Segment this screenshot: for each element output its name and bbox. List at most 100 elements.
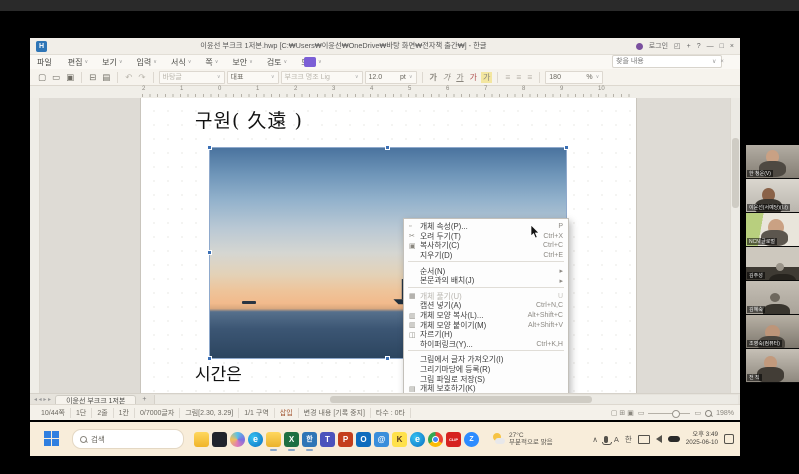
ime-latin-indicator[interactable]: A (614, 435, 619, 444)
representative-select[interactable]: 대표∨ (227, 71, 279, 84)
display-icon[interactable] (638, 435, 650, 444)
ai-assistant-badge[interactable] (304, 57, 316, 67)
menu-item[interactable]: 파일 (30, 57, 61, 68)
resize-handle[interactable] (564, 145, 569, 150)
document-heading[interactable]: 구원( 久遠 ) (195, 106, 303, 133)
notification-icon[interactable] (724, 434, 734, 444)
font-size-stepper[interactable]: 12.0pt∨ (365, 71, 417, 84)
login-button[interactable]: 로그인 (649, 41, 668, 51)
weather-widget[interactable]: 27°C부분적으로 맑음 (493, 432, 553, 447)
help-icon[interactable]: ? (697, 43, 701, 50)
new-document-icon[interactable]: ▢ (36, 72, 48, 83)
taskbar-app-icon[interactable]: T (320, 432, 335, 447)
page-width-icon[interactable]: ▭ (694, 409, 701, 417)
font-select[interactable]: 부크크 명조 Lig∨ (281, 71, 363, 84)
context-menu-item[interactable]: 지우기(D) Ctrl+E (404, 251, 568, 261)
save-icon[interactable]: ▣ (64, 72, 76, 83)
participant-video-tile[interactable]: 한 청운(V) (746, 145, 799, 179)
microphone-icon[interactable] (604, 436, 608, 443)
menu-item[interactable]: 편집∨ (61, 57, 95, 68)
taskbar-app-icon[interactable]: CLIP (446, 432, 461, 447)
taskbar-app-icon[interactable] (212, 432, 227, 447)
restore-button[interactable]: □ (720, 43, 724, 50)
align-right-icon[interactable]: ≡ (525, 72, 534, 82)
preview-icon[interactable]: ▤ (100, 72, 112, 83)
bold-button[interactable]: 가 (428, 72, 439, 83)
magnifier-icon[interactable] (705, 410, 712, 417)
taskbar-app-icon[interactable]: 한 (302, 432, 317, 447)
participant-video-tile[interactable]: 김주성 (746, 247, 799, 281)
resize-handle[interactable] (385, 145, 390, 150)
battery-icon[interactable] (668, 436, 680, 442)
align-left-icon[interactable]: ≡ (503, 72, 512, 82)
redo-icon[interactable]: ↷ (136, 72, 147, 83)
zoom-stepper[interactable]: 180%∨ (545, 71, 603, 84)
context-menu-item[interactable]: 하이퍼링크(Y)... Ctrl+K,H (404, 340, 568, 350)
account-icon[interactable] (636, 43, 643, 50)
document-body-text[interactable]: 시간은 (195, 360, 242, 385)
taskbar-app-icon[interactable]: @ (374, 432, 389, 447)
view-mode-icons[interactable]: ▢ ⊞ ▣ (611, 409, 634, 417)
chevron-down-icon: ∨ (284, 59, 288, 65)
tray-chevron-icon[interactable]: ∧ (592, 435, 598, 444)
horizontal-scrollbar[interactable] (154, 395, 738, 404)
participant-video-tile[interactable]: 조영숙(컴퓨터) (746, 315, 799, 349)
zoom-slider[interactable] (648, 413, 690, 414)
vertical-scrollbar[interactable] (730, 98, 740, 393)
font-color-button[interactable]: 가 (468, 72, 479, 83)
taskbar-app-icon[interactable]: P (338, 432, 353, 447)
undo-icon[interactable]: ↶ (123, 72, 134, 83)
taskbar-app-icon[interactable]: O (356, 432, 371, 447)
taskbar-app-icon[interactable] (230, 432, 245, 447)
resize-handle[interactable] (207, 356, 212, 361)
vertical-ruler[interactable] (30, 98, 40, 393)
new-tab-icon[interactable]: + (687, 43, 691, 50)
find-bar[interactable]: ∨ × (612, 55, 722, 68)
resize-handle[interactable] (385, 356, 390, 361)
page-fit-icon[interactable]: ▭ (638, 409, 645, 417)
taskbar-app-icon[interactable] (428, 432, 443, 447)
menu-item-shortcut: Alt+Shift+V (528, 322, 563, 329)
style-select[interactable]: 바탕글∨ (159, 71, 225, 84)
taskbar-app-icon[interactable]: e (410, 432, 425, 447)
menu-item[interactable]: 쪽∨ (198, 57, 225, 68)
participant-video-tile[interactable]: 김혜숙 (746, 281, 799, 315)
participant-video-tile[interactable]: NCN 글로벌 (746, 213, 799, 247)
participant-video-tile[interactable]: 전 직 (746, 349, 799, 383)
menu-item[interactable]: 보안∨ (225, 57, 259, 68)
taskbar-app-icon[interactable]: e (248, 432, 263, 447)
context-menu-item[interactable]: 본문과의 배치(J) ▸ (404, 276, 568, 286)
taskbar-app-icon[interactable]: Z (464, 432, 479, 447)
start-button[interactable] (44, 431, 60, 447)
fullscreen-icon[interactable]: ◰ (674, 42, 681, 50)
participant-video-tile[interactable]: 이윤선(서예당)(나) (746, 179, 799, 213)
taskbar-search[interactable]: 검색 (72, 429, 184, 449)
speaker-icon[interactable] (656, 435, 662, 443)
menu-item-shortcut: ▸ (559, 277, 563, 285)
context-menu-item[interactable]: ▤ 개체 보호하기(K) (404, 384, 568, 393)
menu-item[interactable]: 입력∨ (130, 57, 164, 68)
open-icon[interactable]: ▭ (50, 72, 62, 83)
chevron-down-icon[interactable]: ∨ (710, 58, 718, 65)
close-icon[interactable]: × (718, 59, 726, 65)
find-input[interactable] (613, 57, 710, 66)
menu-item[interactable]: 검토∨ (260, 57, 294, 68)
resize-handle[interactable] (207, 145, 212, 150)
italic-button[interactable]: 가 (441, 72, 452, 83)
resize-handle[interactable] (207, 250, 212, 255)
taskbar-app-icon[interactable] (194, 432, 209, 447)
taskbar-app-icon[interactable]: K (392, 432, 407, 447)
menu-item[interactable]: 서식∨ (164, 57, 198, 68)
close-button[interactable]: × (730, 43, 734, 50)
align-center-icon[interactable]: ≡ (514, 72, 523, 82)
print-icon[interactable]: ⊟ (87, 72, 98, 83)
taskbar-app-icon[interactable] (266, 432, 281, 447)
highlight-button[interactable]: 가 (481, 72, 492, 83)
ime-korean-indicator[interactable]: 한 (625, 434, 632, 445)
taskbar-app-icon[interactable]: X (284, 432, 299, 447)
statusbar-zoom-value[interactable]: 198% (716, 410, 734, 417)
taskbar-clock[interactable]: 오후 3:492025-06-10 (686, 431, 718, 447)
minimize-button[interactable]: — (707, 43, 714, 50)
underline-button[interactable]: 가 (454, 72, 465, 83)
menu-item[interactable]: 보기∨ (95, 57, 129, 68)
